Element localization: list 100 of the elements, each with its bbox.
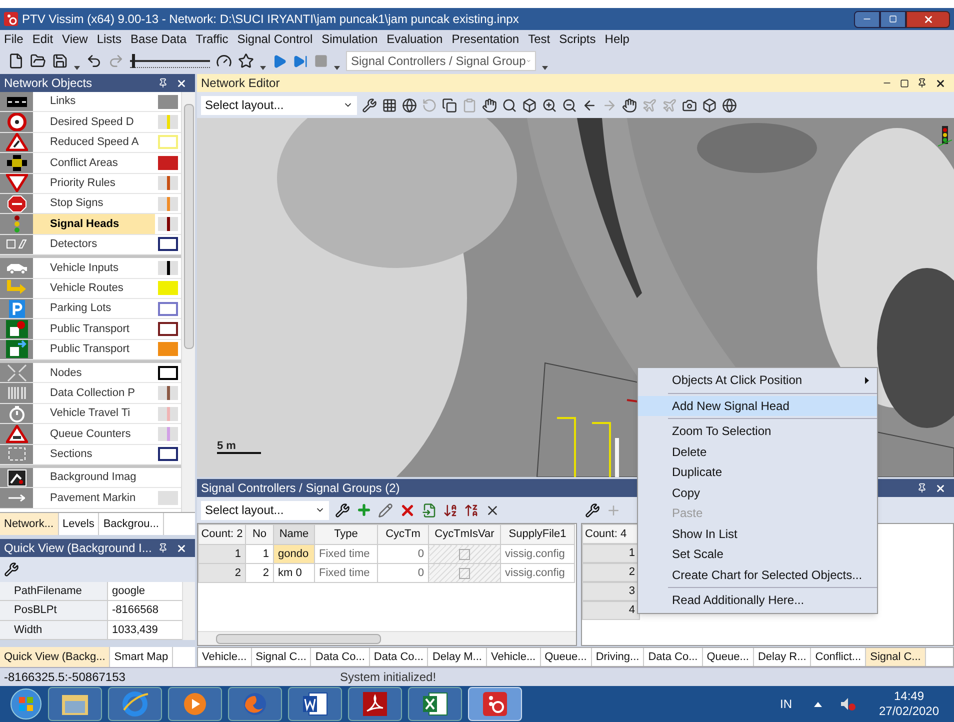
caret-icon[interactable]	[74, 66, 80, 70]
pin-icon[interactable]	[917, 78, 927, 88]
object-list-item[interactable]: Stop Signs	[33, 194, 155, 214]
object-list-item[interactable]: Links	[33, 92, 155, 112]
checkbox[interactable]	[459, 568, 470, 578]
menu-item[interactable]: Copy	[638, 482, 877, 503]
column-header[interactable]: SupplyFile1	[500, 524, 574, 544]
restore-button[interactable]	[880, 10, 906, 28]
scrollbar-thumb[interactable]	[184, 104, 194, 349]
traffic-app-icon[interactable]	[481, 690, 509, 718]
network-object-dropdown[interactable]: Signal Controllers / Signal Group	[346, 51, 536, 71]
cube-icon[interactable]	[702, 98, 717, 112]
close-icon[interactable]	[935, 78, 946, 88]
gauge-icon[interactable]	[216, 53, 232, 69]
color-swatch[interactable]	[158, 237, 178, 252]
menu-item[interactable]: View	[62, 30, 88, 48]
menu-item[interactable]: Lists	[96, 30, 122, 48]
menu-item[interactable]: Objects At Click Position	[638, 370, 877, 390]
copy-icon[interactable]	[442, 98, 457, 112]
menu-item[interactable]: Help	[604, 30, 630, 48]
camera-icon[interactable]	[682, 98, 697, 112]
globe-icon[interactable]	[722, 98, 737, 112]
menu-item[interactable]: Test	[528, 30, 550, 48]
menu-item[interactable]: Evaluation	[386, 30, 443, 48]
color-swatch[interactable]	[158, 260, 178, 275]
pin-icon[interactable]	[158, 78, 168, 88]
wrench-icon[interactable]	[362, 98, 377, 112]
color-swatch[interactable]	[158, 426, 178, 441]
taskbar-button[interactable]	[288, 687, 342, 721]
color-swatch[interactable]	[158, 342, 178, 356]
menu-item[interactable]: Scripts	[559, 30, 596, 48]
menu-item[interactable]: Simulation	[322, 30, 378, 48]
color-swatch[interactable]	[158, 281, 178, 296]
taskbar-button[interactable]	[348, 687, 402, 721]
play-icon[interactable]	[272, 54, 287, 68]
up-arrow-icon[interactable]	[814, 702, 822, 706]
menu-item[interactable]: File	[4, 30, 24, 48]
close-icon[interactable]	[176, 78, 187, 88]
color-swatch[interactable]	[158, 176, 178, 190]
color-swatch[interactable]	[158, 447, 178, 462]
object-list-item[interactable]: Nodes	[33, 363, 155, 382]
color-swatch[interactable]	[158, 217, 178, 232]
grid-icon[interactable]	[382, 98, 397, 112]
close-icon[interactable]	[935, 482, 946, 494]
hand-icon[interactable]	[482, 98, 497, 112]
close-icon[interactable]	[176, 542, 187, 554]
pin-icon[interactable]	[158, 543, 168, 554]
caret-icon[interactable]	[260, 66, 266, 70]
menu-item[interactable]: Traffic	[196, 30, 228, 48]
pin-icon[interactable]	[917, 483, 927, 493]
object-list-item[interactable]: Public Transport	[33, 340, 155, 360]
column-header[interactable]: Count: 2	[198, 524, 246, 544]
tab[interactable]: Signal C...	[866, 648, 926, 666]
menu-item[interactable]: Edit	[32, 30, 54, 48]
browser-icon[interactable]	[121, 690, 149, 718]
new-file-icon[interactable]	[8, 53, 24, 69]
object-list-item[interactable]: Reduced Speed A	[33, 132, 155, 152]
object-list-item[interactable]: Data Collection P	[33, 383, 155, 403]
caret-icon[interactable]	[334, 66, 340, 70]
clipboard-icon[interactable]	[462, 98, 477, 112]
globe-icon[interactable]	[402, 98, 417, 112]
object-list-item[interactable]: Pavement Markin	[33, 488, 155, 508]
document-app-icon[interactable]	[301, 690, 329, 718]
tab[interactable]: Network...	[0, 513, 59, 536]
scrollbar[interactable]	[181, 92, 195, 512]
object-list-item[interactable]: Vehicle Inputs	[33, 258, 155, 278]
color-swatch[interactable]	[158, 94, 178, 109]
zoom-out-icon[interactable]	[562, 98, 577, 112]
row-number-cell[interactable]: 1	[198, 544, 246, 564]
object-list-item[interactable]: Background Imag	[33, 468, 155, 488]
undo-icon[interactable]	[86, 53, 102, 69]
star-icon[interactable]	[238, 53, 254, 69]
row-number-cell[interactable]: 2	[198, 564, 246, 582]
pencil-icon[interactable]	[378, 502, 393, 518]
import-icon[interactable]	[422, 502, 437, 518]
taskbar-button[interactable]	[408, 687, 462, 721]
menu-item[interactable]: Delete	[638, 442, 877, 462]
clock-date[interactable]: 27/02/2020	[878, 704, 940, 719]
start-button-icon[interactable]	[10, 688, 42, 720]
search-icon[interactable]	[502, 98, 517, 112]
column-header[interactable]: Name	[274, 524, 314, 544]
pdf-app-icon[interactable]	[361, 690, 389, 718]
media-player-icon[interactable]	[182, 691, 208, 717]
taskbar-button[interactable]	[168, 687, 222, 721]
scrollbar[interactable]	[182, 582, 195, 640]
row-number-cell[interactable]: 1	[582, 544, 640, 563]
menu-item[interactable]: Set Scale	[638, 544, 877, 564]
tab[interactable]: Quick View (Backg...	[0, 647, 110, 667]
menu-item[interactable]: Duplicate	[638, 462, 877, 482]
color-swatch[interactable]	[158, 196, 178, 211]
checkbox[interactable]	[459, 548, 470, 560]
layout-select[interactable]: Select layout...	[201, 500, 329, 520]
column-header[interactable]: Count: 4	[582, 524, 640, 544]
wrench-icon[interactable]	[4, 562, 19, 578]
object-list-item[interactable]: Priority Rules	[33, 174, 155, 193]
column-header[interactable]: Type	[314, 524, 378, 544]
caret-icon[interactable]	[542, 66, 548, 70]
object-list-item[interactable]: Parking Lots	[33, 298, 155, 318]
hand-icon[interactable]	[622, 98, 637, 112]
taskbar-button[interactable]	[48, 687, 102, 721]
